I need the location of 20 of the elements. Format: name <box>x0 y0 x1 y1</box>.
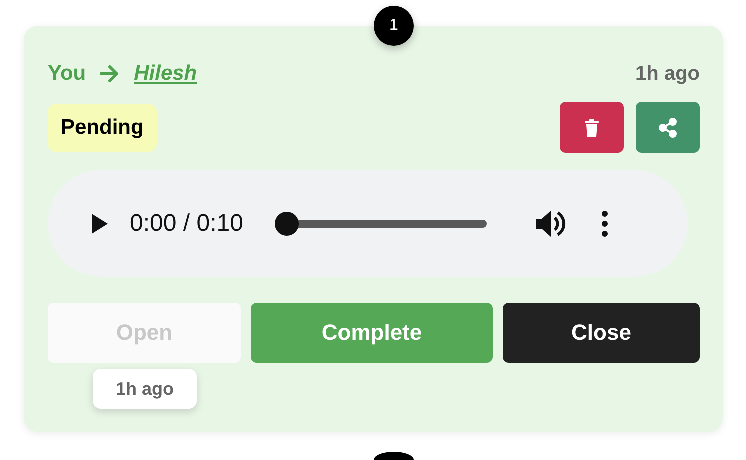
seek-bar[interactable] <box>275 212 488 236</box>
status-label: Pending <box>48 104 157 152</box>
recipient-link[interactable]: Hilesh <box>134 62 198 86</box>
step-badge: 1 <box>374 6 414 46</box>
seek-thumb[interactable] <box>275 212 300 236</box>
tooltip: 1h ago <box>93 369 197 409</box>
share-button[interactable] <box>636 102 700 153</box>
speaker-icon[interactable] <box>535 208 568 238</box>
more-icon[interactable] <box>601 210 610 238</box>
arrow-icon <box>100 65 120 83</box>
playback-time: 0:00 / 0:10 <box>130 210 244 238</box>
sender-name: You <box>48 62 86 86</box>
trash-icon <box>585 118 599 136</box>
share-icon <box>658 118 678 138</box>
close-button[interactable]: Close <box>503 303 700 363</box>
play-icon[interactable] <box>92 214 108 234</box>
timestamp: 1h ago <box>636 62 700 86</box>
step-badge <box>374 452 414 460</box>
complete-button[interactable]: Complete <box>251 303 493 363</box>
delete-button[interactable] <box>560 102 624 153</box>
